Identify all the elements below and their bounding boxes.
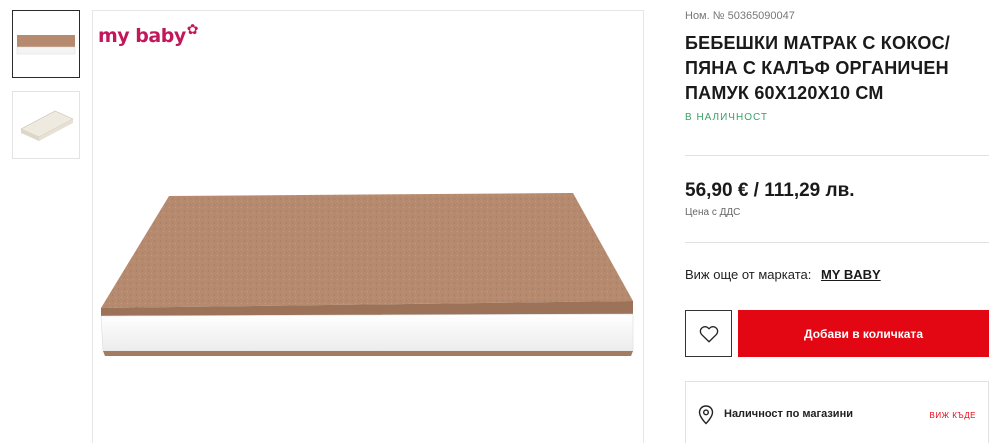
store-availability-label: Наличност по магазини <box>724 408 853 420</box>
add-to-cart-button[interactable]: Добави в количката <box>738 310 989 357</box>
mattress-thumbnail-image <box>20 110 74 141</box>
location-pin-icon <box>698 405 714 425</box>
product-price: 56,90 € / 111,29 лв. <box>685 180 855 201</box>
product-sku: Ном. № 50365090047 <box>685 10 795 22</box>
thumbnail-mattress-angled[interactable] <box>12 91 80 159</box>
price-vat-note: Цена с ДДС <box>685 207 741 218</box>
brand-link[interactable]: MY BABY <box>821 267 881 282</box>
stock-status: В НАЛИЧНОСТ <box>685 112 768 123</box>
mattress-thumbnail-image <box>16 35 76 55</box>
thumbnail-mattress-side[interactable] <box>12 10 80 78</box>
wishlist-button[interactable] <box>685 310 732 357</box>
mattress-image <box>100 193 634 356</box>
store-availability-link[interactable]: ВИЖ КЪДЕ <box>930 411 976 420</box>
brand-row: Виж още от марката: MY BABY <box>685 267 881 282</box>
divider <box>685 242 989 243</box>
store-availability[interactable]: Наличност по магазини ВИЖ КЪДЕ <box>685 381 989 443</box>
brand-prefix: Виж още от марката: <box>685 267 812 282</box>
heart-icon <box>699 325 718 342</box>
divider <box>685 155 989 156</box>
product-title: БЕБЕШКИ МАТРАК С КОКОС/ ПЯНА С КАЛЪФ ОРГ… <box>685 33 950 103</box>
product-main-image[interactable]: my baby✿ <box>92 10 644 443</box>
